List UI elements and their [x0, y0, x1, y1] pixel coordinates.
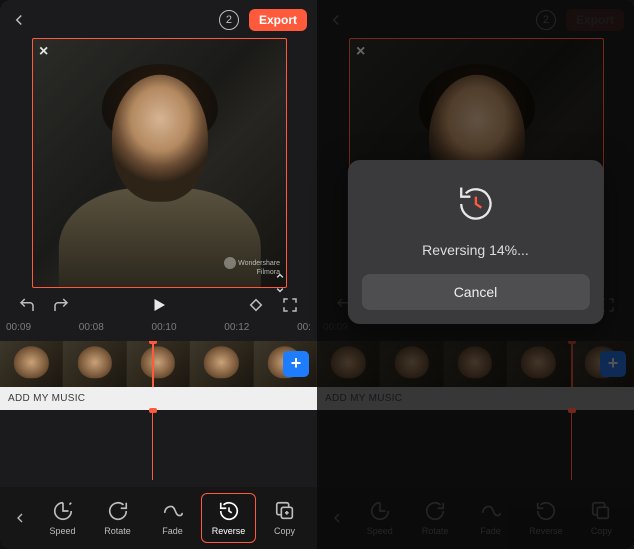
tool-label: Copy — [274, 526, 295, 536]
time-mark: 00:09 — [6, 322, 31, 333]
reverse-progress-icon — [453, 182, 497, 226]
add-music-track[interactable]: ADD MY MUSIC — [0, 387, 317, 410]
tool-reverse[interactable]: Reverse — [201, 493, 256, 543]
tool-copy[interactable]: Copy — [258, 494, 311, 542]
clip-thumb[interactable] — [0, 341, 63, 387]
editor-screen-reversing: 2 Export × 00:09 — [317, 0, 634, 549]
undo-icon[interactable] — [18, 296, 36, 314]
add-clip-button[interactable]: + — [283, 351, 309, 377]
bottom-toolbar: Speed Rotate Fade Reverse Copy — [0, 487, 317, 549]
clip-thumb[interactable] — [63, 341, 126, 387]
time-mark: 00:12 — [224, 322, 249, 333]
tool-label: Reverse — [212, 526, 246, 536]
playhead-extension — [152, 410, 153, 480]
tool-fade[interactable]: Fade — [146, 494, 199, 542]
time-mark: 00: — [297, 322, 311, 333]
play-icon[interactable] — [150, 296, 168, 314]
time-ruler: 00:09 00:08 00:10 00:12 00: — [0, 318, 317, 335]
close-icon[interactable]: × — [39, 43, 48, 61]
playback-controls — [0, 288, 317, 318]
back-icon[interactable] — [10, 11, 28, 29]
video-preview-area: × WondershareFilmora — [32, 38, 285, 288]
tool-label: Speed — [49, 526, 75, 536]
top-bar: 2 Export — [0, 0, 317, 34]
keyframe-icon[interactable] — [247, 296, 265, 314]
layer-count-badge[interactable]: 2 — [219, 10, 239, 30]
export-button[interactable]: Export — [249, 9, 307, 31]
clip-timeline[interactable]: + — [0, 341, 317, 387]
cancel-button[interactable]: Cancel — [361, 274, 589, 310]
tool-label: Fade — [162, 526, 183, 536]
watermark: WondershareFilmora — [224, 257, 280, 277]
reversing-status: Reversing 14%... — [422, 242, 529, 258]
editor-screen-before: 2 Export × WondershareFilmora — [0, 0, 317, 549]
tool-label: Rotate — [104, 526, 131, 536]
screenshot-pair: 2 Export × WondershareFilmora — [0, 0, 634, 549]
tool-rotate[interactable]: Rotate — [91, 494, 144, 542]
reversing-dialog: Reversing 14%... Cancel — [347, 160, 603, 324]
tool-speed[interactable]: Speed — [36, 494, 89, 542]
playhead[interactable] — [152, 341, 154, 387]
time-mark: 00:08 — [79, 322, 104, 333]
clip-thumb[interactable] — [127, 341, 190, 387]
toolbar-back-icon[interactable] — [6, 510, 34, 526]
timeline-gap — [0, 410, 317, 480]
fullscreen-icon[interactable] — [281, 296, 299, 314]
video-preview[interactable]: × WondershareFilmora — [32, 38, 287, 288]
clip-thumb[interactable] — [190, 341, 253, 387]
redo-icon[interactable] — [52, 296, 70, 314]
time-mark: 00:10 — [152, 322, 177, 333]
